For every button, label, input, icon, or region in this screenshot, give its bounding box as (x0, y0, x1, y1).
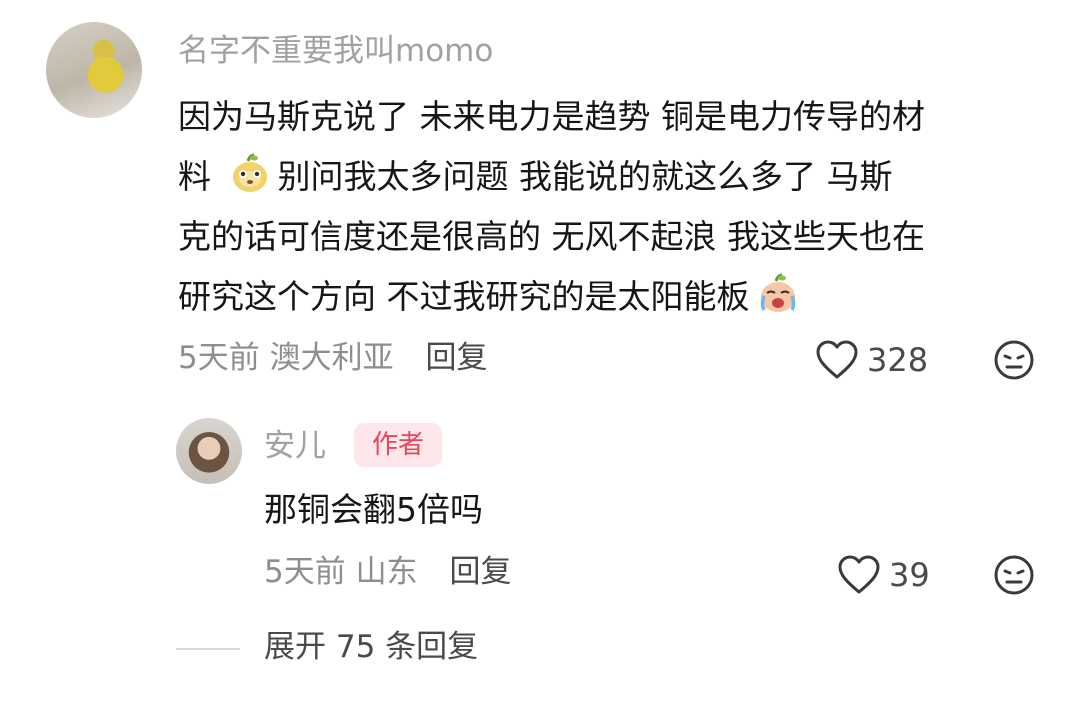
reply-button[interactable]: 回复 (449, 554, 511, 590)
comment-location: 澳大利亚 (269, 340, 394, 376)
comment-meta: 5天前 澳大利亚 回复 (178, 343, 487, 374)
avatar[interactable] (176, 418, 242, 484)
like-button[interactable]: 328 (815, 340, 928, 380)
comment-text: 那铜会翻5倍吗 (264, 490, 483, 529)
comment-line-part: 别问我太多问题 我能说的就这么多了 马斯 (277, 157, 893, 196)
comment-time: 5天前 (178, 340, 260, 376)
like-count: 39 (889, 556, 930, 594)
dislike-button[interactable] (993, 554, 1035, 596)
like-button[interactable]: 39 (837, 555, 930, 595)
neutral-face-icon (994, 340, 1034, 380)
comment-time: 5天前 (264, 554, 346, 590)
comment-line-part: 料 (178, 157, 222, 196)
comment-line: 因为马斯克说了 未来电力是趋势 铜是电力传导的材 (178, 97, 925, 136)
expand-replies-button[interactable]: 展开 75 条回复 (264, 632, 478, 663)
neutral-face-icon (994, 555, 1034, 595)
comment-text: 因为马斯克说了 未来电力是趋势 铜是电力传导的材 料 别问我太多问题 我能说的就… (178, 87, 1048, 327)
reply-button[interactable]: 回复 (425, 340, 487, 376)
pear-cry-emoji-icon (756, 272, 800, 314)
comment-meta: 5天前 山东 回复 (264, 557, 511, 588)
username[interactable]: 名字不重要我叫momo (178, 36, 493, 67)
like-count: 328 (867, 341, 929, 379)
heart-icon (838, 555, 880, 594)
comment-line: 料 别问我太多问题 我能说的就这么多了 马斯 (178, 147, 1048, 207)
heart-icon (816, 340, 858, 379)
comment-location: 山东 (355, 554, 418, 590)
username[interactable]: 安儿 (264, 431, 326, 462)
comment-line: 克的话可信度还是很高的 无风不起浪 我这些天也在 (178, 217, 925, 256)
comment-line: 研究这个方向 不过我研究的是太阳能板 (178, 267, 1048, 327)
pear-smile-emoji-icon (228, 152, 272, 194)
divider (176, 648, 240, 650)
comment-line-part: 研究这个方向 不过我研究的是太阳能板 (178, 277, 750, 316)
dislike-button[interactable] (993, 339, 1035, 381)
avatar[interactable] (46, 22, 142, 118)
author-badge: 作者 (354, 423, 442, 467)
